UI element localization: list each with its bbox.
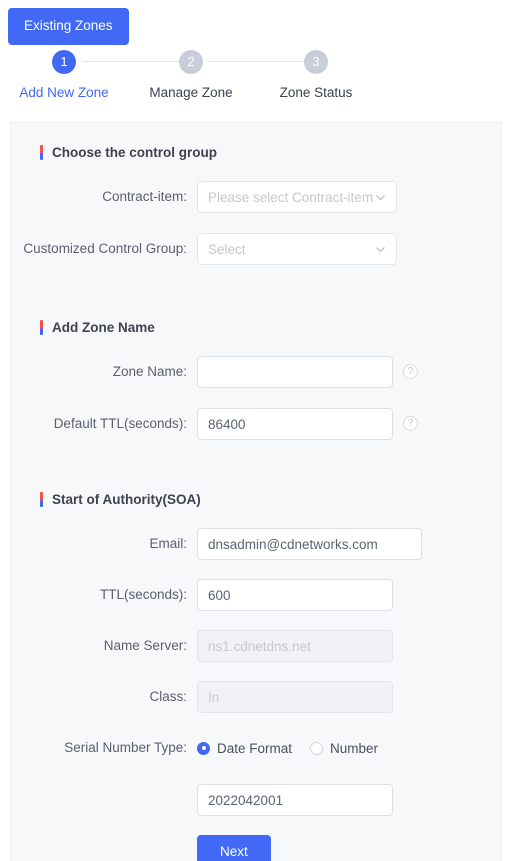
label-contract-item: Contract-item: [102, 189, 187, 204]
existing-zones-button[interactable]: Existing Zones [8, 8, 129, 45]
name-server-input [197, 630, 393, 662]
field-class [197, 681, 393, 713]
label-serial-number-spacer [11, 784, 187, 792]
customized-control-group-select[interactable]: Select [197, 233, 397, 265]
step-label-manage-zone: Manage Zone [149, 84, 233, 100]
next-button[interactable]: Next [197, 835, 271, 861]
label-serial-number-type: Serial Number Type: [64, 740, 187, 755]
field-row-zone-name: Zone Name: ? [11, 356, 501, 388]
field-row-customized-control-group: Customized Control Group: Select [11, 233, 501, 265]
field-soa-ttl [197, 579, 393, 611]
section-accent-bar [40, 320, 43, 335]
contract-item-select[interactable]: Please select Contract-item [197, 181, 397, 213]
section-title-zone-name: Add Zone Name [40, 320, 501, 335]
radio-option-number[interactable]: Number [310, 741, 378, 756]
radio-option-date-format[interactable]: Date Format [197, 741, 292, 756]
field-contract-item: Please select Contract-item [197, 181, 397, 213]
section-title-zone-name-text: Add Zone Name [52, 320, 155, 335]
topbar: Existing Zones [0, 0, 510, 45]
step-manage-zone[interactable]: 2 Manage Zone [131, 49, 251, 100]
label-next-spacer [11, 835, 187, 843]
field-row-default-ttl: Default TTL(seconds): ? [11, 408, 501, 440]
field-row-next: Next [11, 835, 501, 861]
radio-label-date-format: Date Format [217, 740, 293, 756]
section-accent-bar [40, 145, 43, 160]
help-icon[interactable]: ? [403, 364, 418, 379]
field-default-ttl: ? [197, 408, 418, 440]
field-row-soa-ttl: TTL(seconds): [11, 579, 501, 611]
zone-name-input[interactable] [197, 356, 393, 388]
chevron-down-icon [375, 244, 386, 255]
radio-dot-date-format[interactable] [197, 741, 210, 755]
section-accent-bar [40, 492, 43, 507]
field-serial-number [197, 784, 393, 816]
step-label-add-new-zone: Add New Zone [19, 84, 109, 100]
section-title-soa: Start of Authority(SOA) [40, 492, 501, 507]
step-number-3: 3 [304, 49, 328, 74]
field-email [197, 528, 422, 560]
field-row-serial-number [11, 784, 501, 816]
field-row-contract-item: Contract-item: Please select Contract-it… [11, 181, 501, 213]
field-next: Next [197, 835, 271, 861]
section-title-control-group: Choose the control group [40, 145, 501, 160]
step-add-new-zone[interactable]: 1 Add New Zone [4, 49, 124, 100]
serial-number-input[interactable] [197, 784, 393, 816]
step-number-2: 2 [179, 49, 203, 74]
label-name-server: Name Server: [103, 638, 187, 653]
section-title-control-group-text: Choose the control group [52, 145, 217, 160]
field-customized-control-group: Select [197, 233, 397, 265]
label-zone-name: Zone Name: [112, 364, 187, 379]
step-zone-status[interactable]: 3 Zone Status [256, 49, 376, 100]
serial-number-type-radio-group: Date Format Number [197, 732, 396, 764]
step-number-1: 1 [52, 49, 76, 74]
field-row-serial-number-type: Serial Number Type: Date Format Number [11, 732, 501, 764]
section-title-soa-text: Start of Authority(SOA) [52, 492, 201, 507]
chevron-down-icon [375, 192, 386, 203]
customized-control-group-select-value: Select [208, 241, 246, 257]
contract-item-select-value: Please select Contract-item [208, 189, 374, 205]
step-label-zone-status: Zone Status [279, 84, 353, 100]
help-icon[interactable]: ? [403, 416, 418, 431]
field-row-name-server: Name Server: [11, 630, 501, 662]
field-zone-name: ? [197, 356, 418, 388]
label-class: Class: [149, 689, 187, 704]
label-default-ttl: Default TTL(seconds): [53, 416, 187, 431]
label-customized-control-group: Customized Control Group: [23, 241, 187, 256]
class-input [197, 681, 393, 713]
email-input[interactable] [197, 528, 422, 560]
step-indicator: 1 Add New Zone 2 Manage Zone 3 Zone Stat… [0, 49, 510, 112]
add-zone-form-panel: Choose the control group Contract-item: … [10, 122, 502, 861]
radio-label-number: Number [330, 740, 379, 756]
label-email: Email: [149, 536, 187, 551]
default-ttl-input[interactable] [197, 408, 393, 440]
field-row-class: Class: [11, 681, 501, 713]
soa-ttl-input[interactable] [197, 579, 393, 611]
label-soa-ttl: TTL(seconds): [99, 587, 187, 602]
field-name-server [197, 630, 393, 662]
radio-dot-number[interactable] [310, 741, 324, 755]
field-row-email: Email: [11, 528, 501, 560]
